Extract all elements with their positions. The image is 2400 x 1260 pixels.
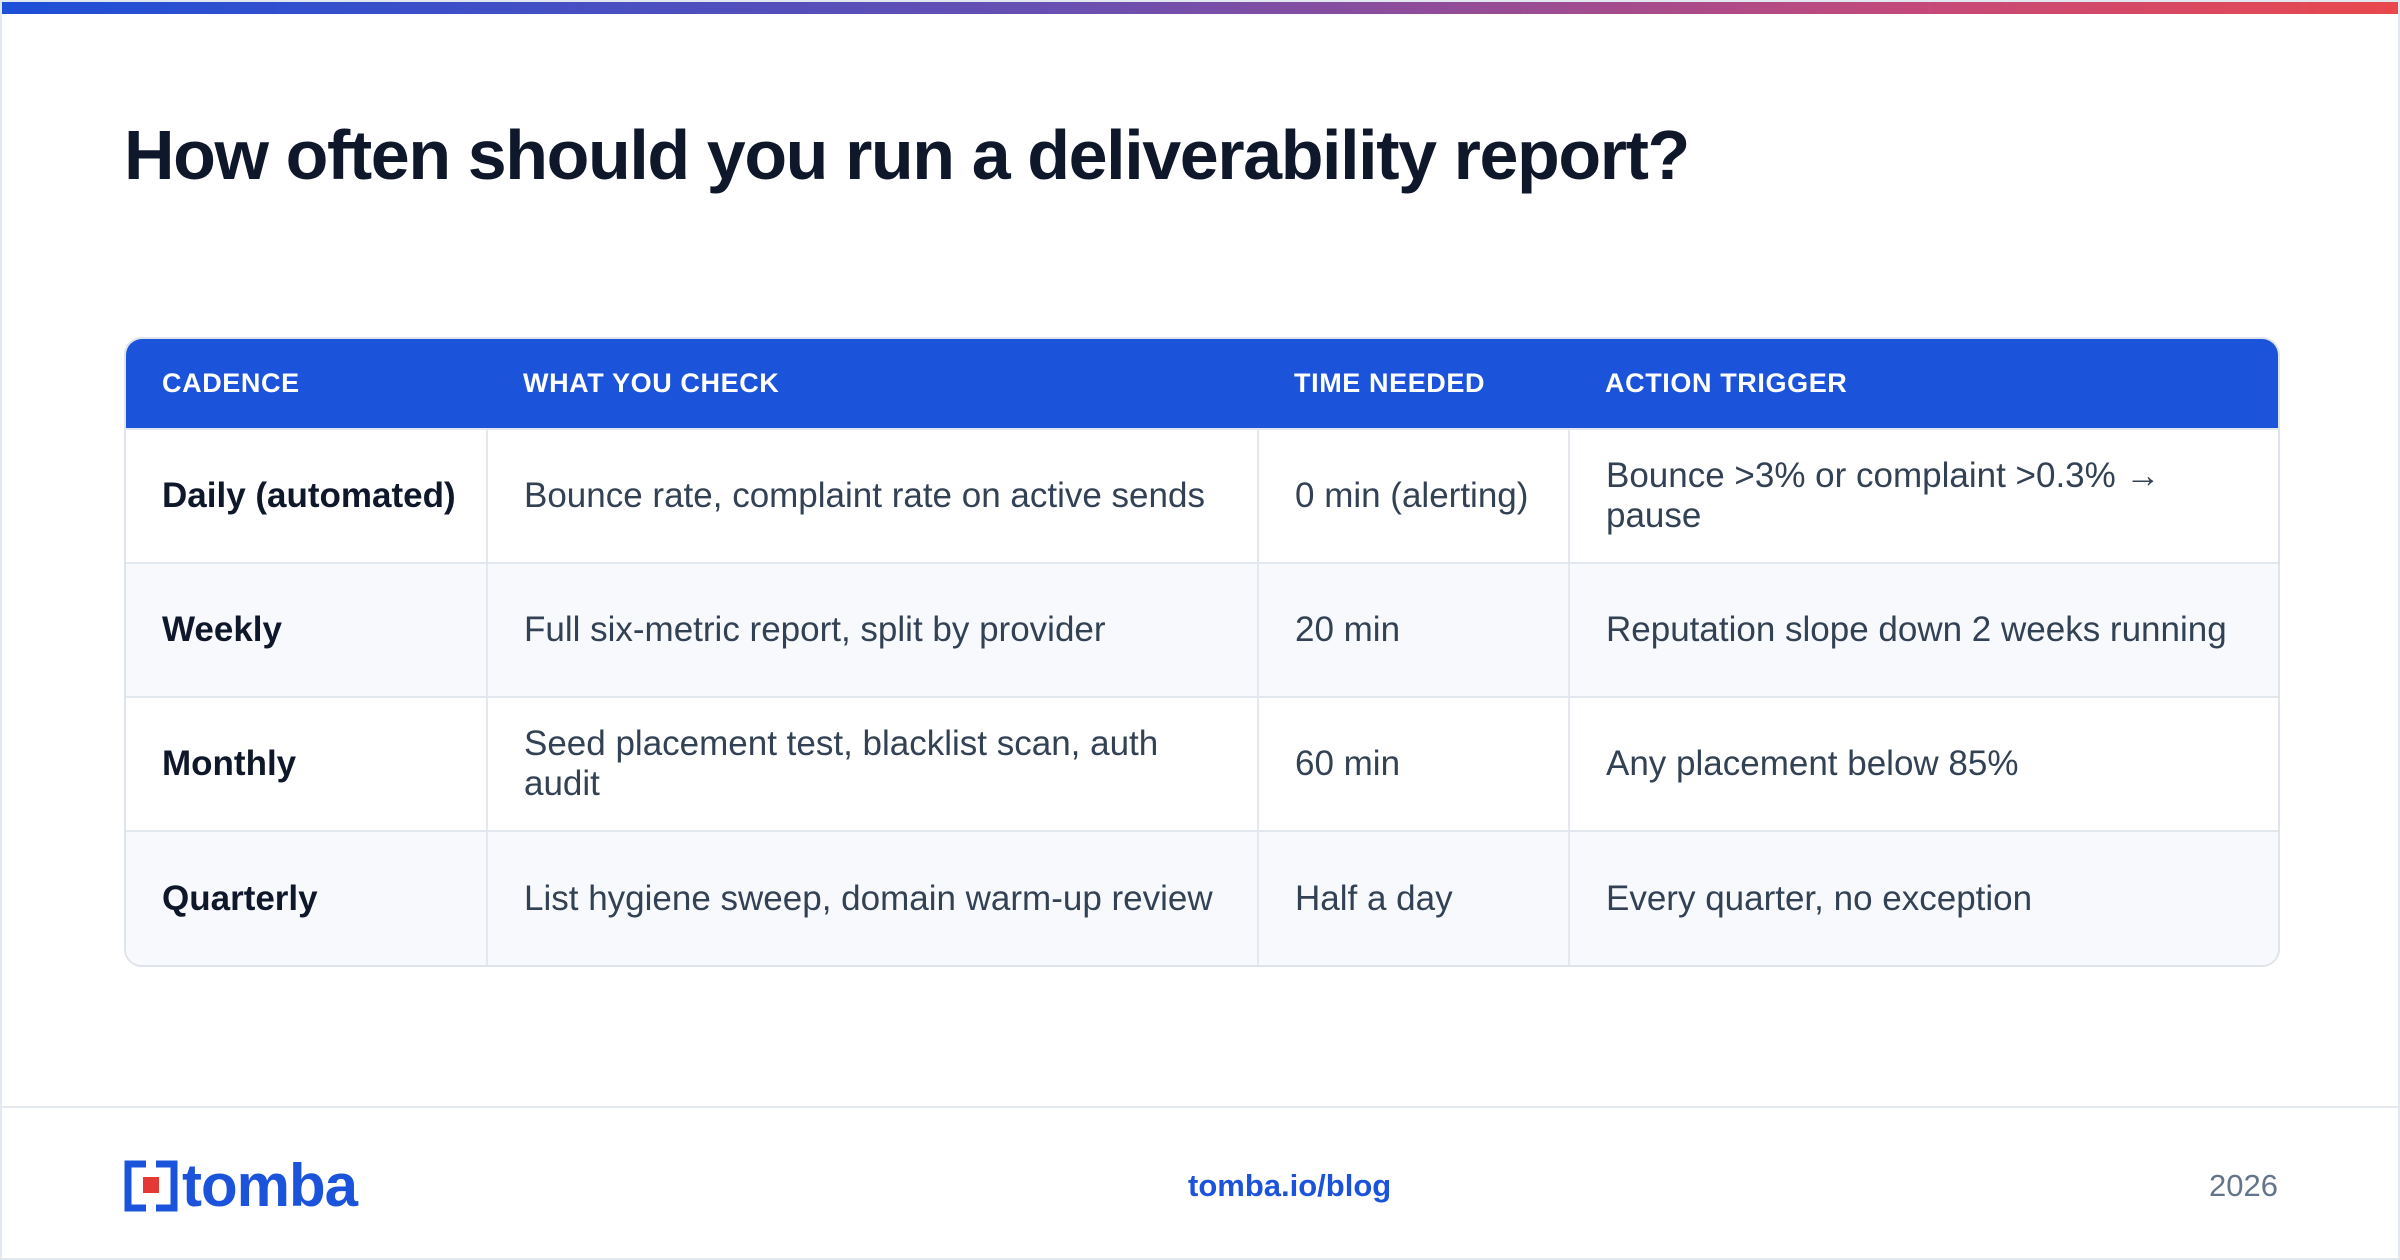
cell-cadence: Daily (automated) <box>126 428 487 563</box>
cell-cadence: Quarterly <box>126 830 487 965</box>
table-row: Quarterly List hygiene sweep, domain war… <box>126 830 2278 965</box>
cell-what-you-check: List hygiene sweep, domain warm-up revie… <box>486 830 1258 965</box>
cell-time-needed: 0 min (alerting) <box>1257 428 1569 563</box>
table-header-row: CADENCE WHAT YOU CHECK TIME NEEDED ACTIO… <box>126 339 2278 429</box>
cell-time-needed: 60 min <box>1257 696 1569 831</box>
tomba-logo[interactable]: tomba <box>124 1152 358 1219</box>
table-row: Daily (automated) Bounce rate, complaint… <box>126 428 2278 563</box>
cell-action-trigger: Any placement below 85% <box>1568 696 2278 831</box>
cell-cadence: Weekly <box>126 562 487 697</box>
cell-action-trigger: Every quarter, no exception <box>1568 830 2278 965</box>
header-what-you-check: WHAT YOU CHECK <box>523 368 780 398</box>
top-gradient-bar <box>2 2 2398 14</box>
blog-link[interactable]: tomba.io/blog <box>1188 1166 1391 1206</box>
table-row: Monthly Seed placement test, blacklist s… <box>126 696 2278 831</box>
page: How often should you run a deliverabilit… <box>0 0 2400 1260</box>
header-cadence: CADENCE <box>162 368 300 398</box>
header-time-needed: TIME NEEDED <box>1294 368 1486 398</box>
header-action-trigger: ACTION TRIGGER <box>1605 368 1848 398</box>
cell-what-you-check: Full six-metric report, split by provide… <box>486 562 1258 697</box>
cell-action-trigger: Reputation slope down 2 weeks running <box>1568 562 2278 697</box>
cell-what-you-check: Bounce rate, complaint rate on active se… <box>486 428 1258 563</box>
table-row: Weekly Full six-metric report, split by … <box>126 562 2278 697</box>
cell-time-needed: Half a day <box>1257 830 1569 965</box>
cell-cadence: Monthly <box>126 696 487 831</box>
cell-action-trigger: Bounce >3% or complaint >0.3% → pause <box>1568 428 2278 563</box>
cell-what-you-check: Seed placement test, blacklist scan, aut… <box>486 696 1258 831</box>
footer-year: 2026 <box>2209 1168 2278 1203</box>
cadence-table: CADENCE WHAT YOU CHECK TIME NEEDED ACTIO… <box>124 337 2280 967</box>
logo-wordmark: tomba <box>182 1152 358 1219</box>
footer-divider <box>2 1106 2398 1108</box>
tomba-logo-icon <box>124 1160 178 1212</box>
cell-time-needed: 20 min <box>1257 562 1569 697</box>
page-title: How often should you run a deliverabilit… <box>124 116 1690 194</box>
